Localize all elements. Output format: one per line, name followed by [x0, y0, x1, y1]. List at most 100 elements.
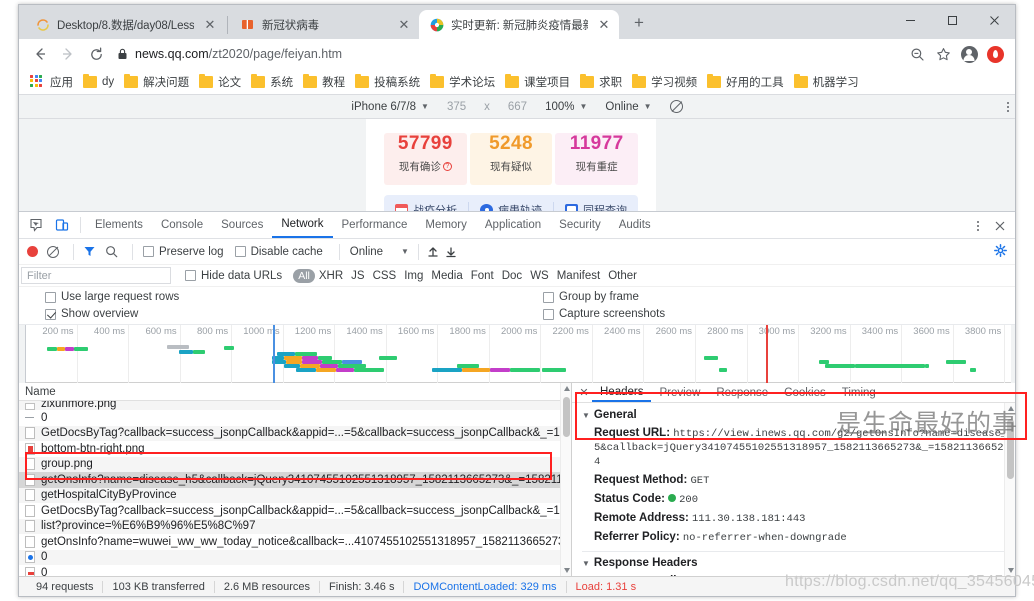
tab-performance[interactable]: Performance	[333, 212, 417, 238]
avatar[interactable]	[957, 42, 981, 66]
filter-type-ws[interactable]: WS	[526, 270, 553, 282]
filter-input[interactable]: Filter	[21, 267, 171, 284]
inspect-element-icon[interactable]	[23, 214, 49, 236]
detail-tab-timing[interactable]: Timing	[834, 383, 884, 402]
info-icon[interactable]: ?	[442, 162, 452, 171]
import-har-icon[interactable]	[424, 243, 442, 261]
clear-icon[interactable]	[47, 245, 59, 258]
detail-tab-preview[interactable]: Preview	[651, 383, 708, 402]
filter-type-img[interactable]: Img	[400, 270, 427, 282]
browser-tab-3[interactable]: 实时更新: 新冠肺炎疫情最新动 ✕	[419, 10, 619, 39]
scrollbar-thumb[interactable]	[563, 397, 570, 437]
tab-elements[interactable]: Elements	[86, 212, 152, 238]
request-row[interactable]: getOnsInfo?name=disease_h5&callback=jQue…	[19, 472, 571, 488]
bookmark-tougaoxitong[interactable]: 投稿系统	[352, 72, 427, 92]
no-throttling-icon[interactable]	[669, 100, 683, 113]
back-arrow-icon[interactable]	[27, 41, 53, 67]
filter-type-font[interactable]: Font	[467, 270, 498, 282]
request-row[interactable]: getHospitalCityByProvince	[19, 487, 571, 503]
zoom-selector[interactable]: 100% ▼	[545, 101, 587, 113]
bookmark-jiaocheng[interactable]: 教程	[300, 72, 352, 92]
detail-scrollbar[interactable]	[1004, 403, 1015, 576]
close-window-button[interactable]	[973, 5, 1015, 35]
bookmark-jiqixuexi[interactable]: 机器学习	[791, 72, 866, 92]
show-overview-checkbox[interactable]: Show overview	[45, 308, 138, 320]
tab-sources[interactable]: Sources	[212, 212, 272, 238]
export-har-icon[interactable]	[442, 243, 460, 261]
tab-memory[interactable]: Memory	[416, 212, 476, 238]
bookmark-jiejuewenti[interactable]: 解决问题	[121, 72, 196, 92]
disable-cache-checkbox[interactable]: Disable cache	[234, 246, 323, 258]
close-icon[interactable]: ✕	[397, 18, 411, 32]
filter-type-css[interactable]: CSS	[369, 270, 401, 282]
request-row[interactable]: group.png	[19, 456, 571, 472]
filter-type-manifest[interactable]: Manifest	[553, 270, 604, 282]
filter-type-all[interactable]: All	[293, 268, 315, 283]
detail-tab-response[interactable]: Response	[708, 383, 776, 402]
device-toolbar-menu-icon[interactable]	[1007, 101, 1009, 112]
star-icon[interactable]	[931, 42, 955, 66]
maximize-button[interactable]	[931, 5, 973, 35]
request-row[interactable]: bottom-btn-right.png	[19, 441, 571, 457]
scroll-down-arrow-icon[interactable]	[1007, 568, 1014, 573]
filter-funnel-icon[interactable]	[83, 245, 96, 258]
filter-type-doc[interactable]: Doc	[498, 270, 526, 282]
scroll-down-arrow-icon[interactable]	[563, 568, 570, 573]
zoom-out-icon[interactable]	[905, 42, 929, 66]
request-column-header[interactable]: Name	[19, 383, 571, 401]
detail-tab-headers[interactable]: Headers	[592, 383, 652, 402]
address-bar[interactable]: news.qq.com/zt2020/page/feiyan.htm	[117, 43, 897, 65]
tab-security[interactable]: Security	[550, 212, 610, 238]
general-section-header[interactable]: ▼ General	[572, 406, 1015, 424]
request-row[interactable]: GetDocsByTag?callback=success_jsonpCallb…	[19, 425, 571, 441]
request-row[interactable]: list?province=%E6%B9%96%E5%8C%97	[19, 518, 571, 534]
tab-audits[interactable]: Audits	[610, 212, 660, 238]
request-list-scrollbar[interactable]	[560, 383, 571, 576]
search-icon[interactable]	[105, 245, 118, 258]
device-width-input[interactable]: 375	[447, 101, 466, 113]
tab-network[interactable]: Network	[272, 212, 333, 238]
new-tab-button[interactable]: +	[625, 9, 653, 37]
response-headers-section-header[interactable]: ▼ Response Headers	[572, 554, 1015, 572]
tab-application[interactable]: Application	[476, 212, 550, 238]
preserve-log-checkbox[interactable]: Preserve log	[143, 246, 224, 258]
group-by-frame-checkbox[interactable]: Group by frame	[543, 291, 639, 303]
network-overview-timeline[interactable]: 200 ms 400 ms 600 ms 800 ms 1000 ms 1200 ms 14…	[19, 325, 1015, 383]
record-icon[interactable]	[27, 246, 38, 257]
filter-type-js[interactable]: JS	[347, 270, 368, 282]
request-row[interactable]: 0	[19, 565, 571, 576]
kebab-menu-icon[interactable]	[971, 220, 985, 231]
browser-tab-1[interactable]: Desktop/8.数据/day08/Lesson_ ✕	[25, 10, 225, 39]
filter-type-xhr[interactable]: XHR	[315, 270, 347, 282]
overview-left-handle[interactable]	[19, 325, 26, 383]
forward-arrow-icon[interactable]	[55, 41, 81, 67]
device-height-input[interactable]: 667	[508, 101, 527, 113]
toggle-device-toolbar-icon[interactable]	[49, 214, 75, 236]
request-row[interactable]: zixunmore.png	[19, 401, 571, 410]
bookmark-ketangxiangmu[interactable]: 课堂项目	[502, 72, 577, 92]
device-selector[interactable]: iPhone 6/7/8 ▼	[351, 101, 429, 113]
network-throttle-selector[interactable]: Online ▼	[605, 101, 651, 113]
close-icon[interactable]: ✕	[597, 18, 611, 32]
minimize-button[interactable]	[889, 5, 931, 35]
use-large-request-rows-checkbox[interactable]: Use large request rows	[45, 291, 179, 303]
bookmark-xitong[interactable]: 系统	[248, 72, 300, 92]
bookmark-dy[interactable]: dy	[80, 72, 121, 92]
bookmark-xueshuluntan[interactable]: 学术论坛	[427, 72, 502, 92]
bookmark-qiuzhi[interactable]: 求职	[577, 72, 629, 92]
extension-icon[interactable]	[983, 42, 1007, 66]
bookmark-xuexishipin[interactable]: 学习视频	[629, 72, 704, 92]
tab-console[interactable]: Console	[152, 212, 212, 238]
gear-icon[interactable]	[994, 243, 1007, 260]
close-panel-icon[interactable]: ✕	[576, 385, 592, 401]
request-row[interactable]: getOnsInfo?name=wuwei_ww_ww_today_notice…	[19, 534, 571, 550]
request-row[interactable]: 0	[19, 410, 571, 426]
hide-data-urls-checkbox[interactable]: Hide data URLs	[185, 270, 282, 282]
bookmark-apps[interactable]: 应用	[27, 72, 80, 92]
scrollbar-thumb[interactable]	[1007, 419, 1014, 479]
capture-screenshots-checkbox[interactable]: Capture screenshots	[543, 308, 665, 320]
bookmark-haoyongdegongju[interactable]: 好用的工具	[704, 72, 791, 92]
request-row[interactable]: GetDocsByTag?callback=success_jsonpCallb…	[19, 503, 571, 519]
overview-right-handle[interactable]	[1011, 325, 1015, 383]
request-row[interactable]: 0	[19, 549, 571, 565]
